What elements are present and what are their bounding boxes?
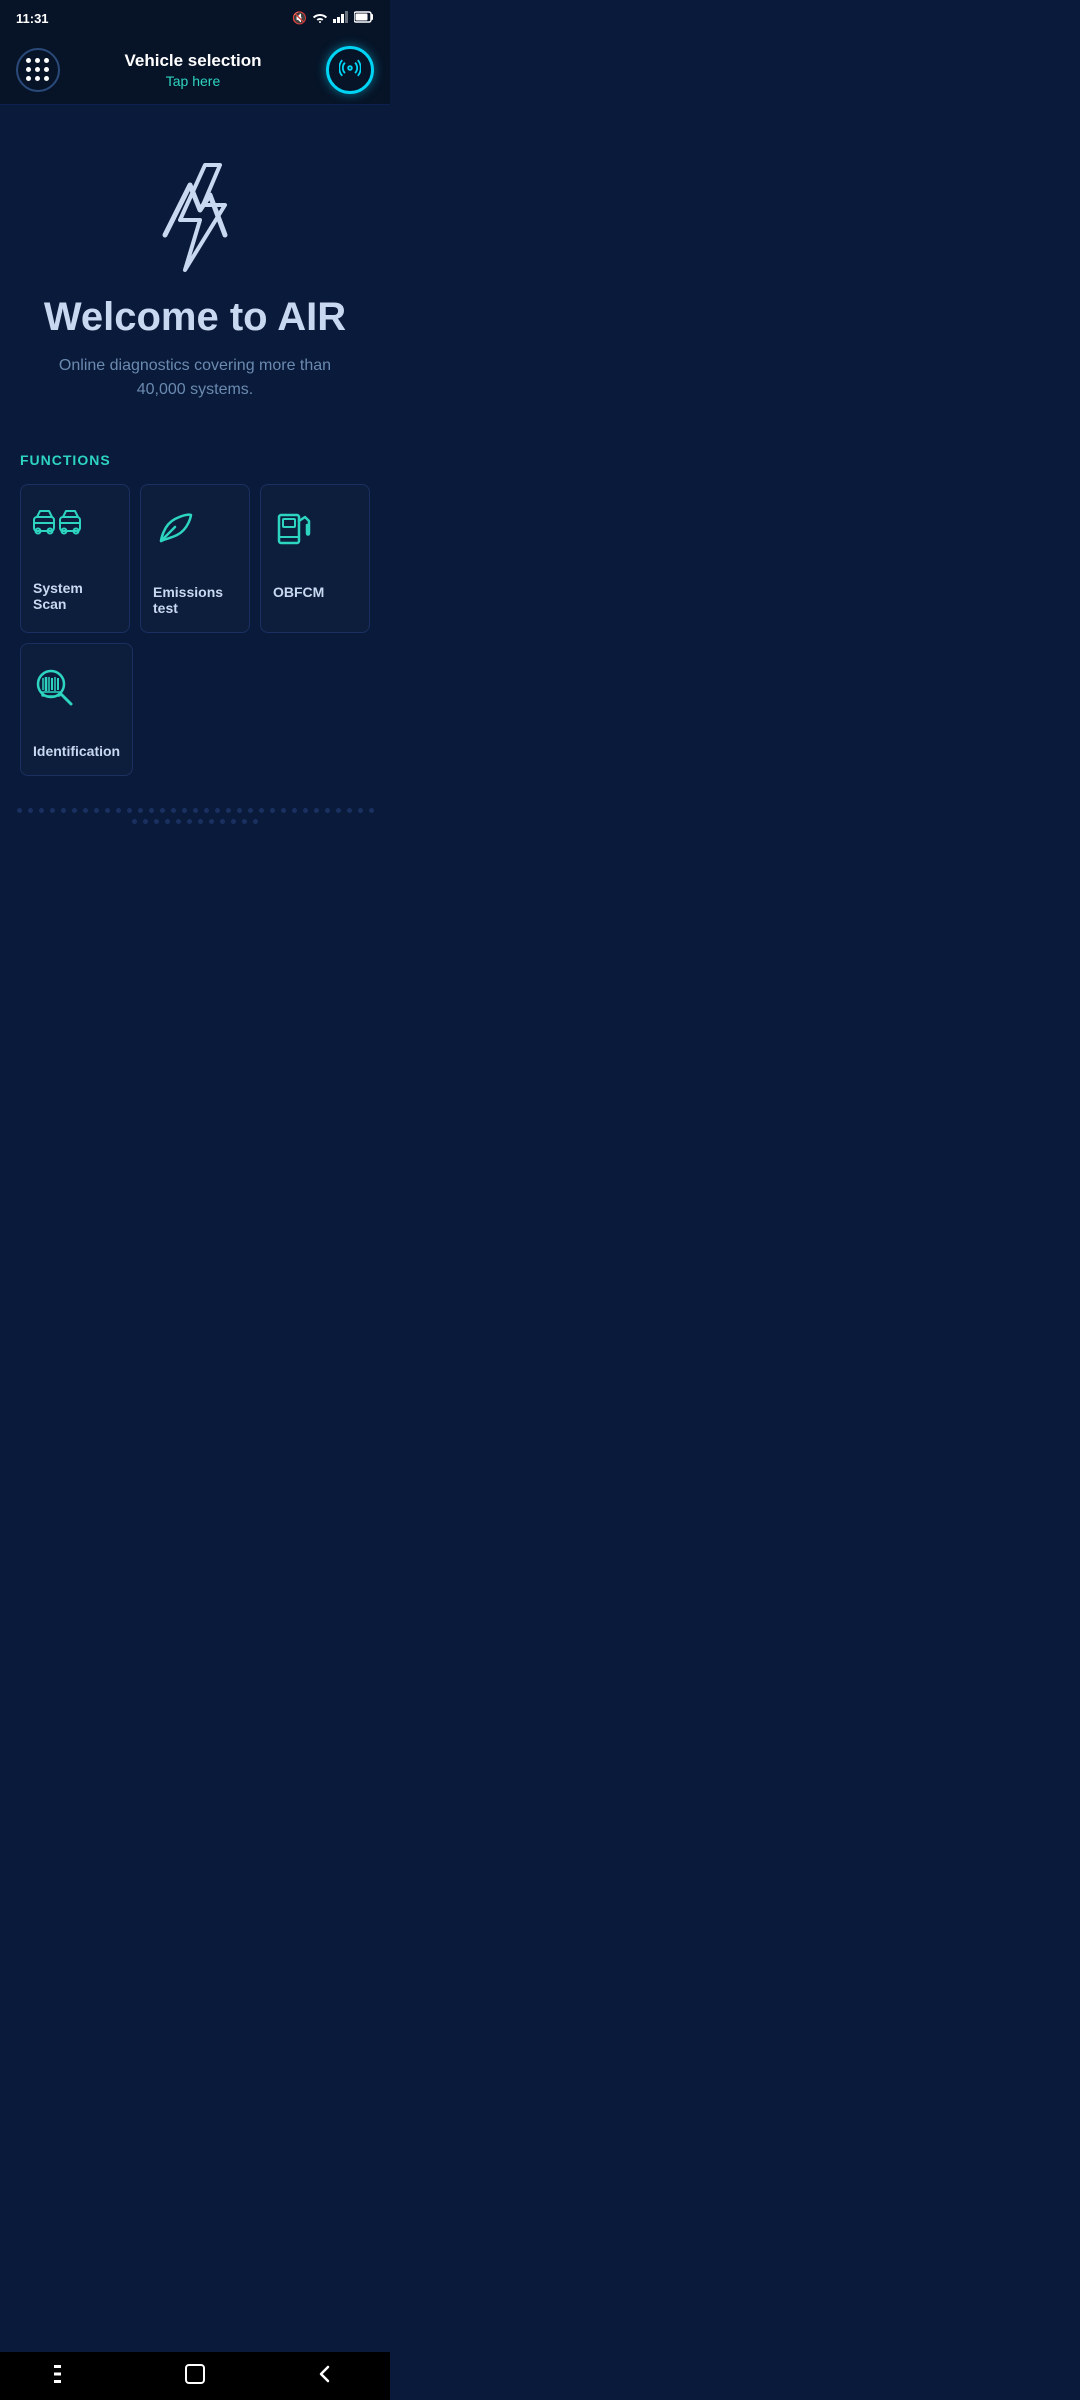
obfcm-label: OBFCM [273, 584, 324, 600]
welcome-subtitle: Online diagnostics covering more than 40… [55, 354, 335, 402]
connect-button[interactable] [326, 46, 374, 94]
air-logo-icon [145, 155, 245, 275]
signal-icon [333, 11, 349, 26]
header-subtitle: Tap here [124, 73, 261, 89]
system-scan-icon [33, 505, 81, 550]
grid-dots-icon [26, 58, 50, 82]
hamburger-icon [54, 2365, 76, 2388]
functions-grid-row2: Identification [20, 643, 370, 776]
back-chevron-icon [316, 2363, 334, 2390]
nav-back-button[interactable] [295, 2356, 355, 2396]
vehicle-selection-center[interactable]: Vehicle selection Tap here [124, 51, 261, 89]
status-time: 11:31 [16, 11, 49, 26]
app-header: Vehicle selection Tap here [0, 36, 390, 105]
identification-label: Identification [33, 743, 120, 759]
header-title: Vehicle selection [124, 51, 261, 71]
nav-menu-button[interactable] [35, 2356, 95, 2396]
wifi-status-icon [312, 11, 328, 26]
welcome-title: Welcome to AIR [44, 295, 346, 340]
radio-waves-icon [339, 57, 361, 84]
functions-label: FUNCTIONS [20, 452, 370, 468]
identification-icon [33, 664, 81, 713]
bottom-pattern [16, 796, 374, 836]
system-scan-label: System Scan [33, 580, 117, 612]
nav-home-button[interactable] [165, 2356, 225, 2396]
app-logo [145, 155, 245, 275]
emissions-test-label: Emissions test [153, 584, 237, 616]
functions-section: FUNCTIONS [16, 452, 374, 776]
home-square-icon [184, 2363, 206, 2390]
main-content: Welcome to AIR Online diagnostics coveri… [0, 105, 390, 916]
identification-card[interactable]: Identification [20, 643, 133, 776]
status-bar: 11:31 🔇 [0, 0, 390, 36]
obfcm-icon [273, 505, 317, 554]
system-scan-card[interactable]: System Scan [20, 484, 130, 633]
obfcm-card[interactable]: OBFCM [260, 484, 370, 633]
battery-icon [354, 11, 374, 26]
navigation-bar [0, 2352, 390, 2400]
mute-icon: 🔇 [292, 11, 307, 25]
status-icons: 🔇 [292, 11, 374, 26]
emissions-test-card[interactable]: Emissions test [140, 484, 250, 633]
menu-button[interactable] [16, 48, 60, 92]
functions-grid-row1: System Scan Emissions test [20, 484, 370, 633]
emissions-icon [153, 505, 197, 554]
